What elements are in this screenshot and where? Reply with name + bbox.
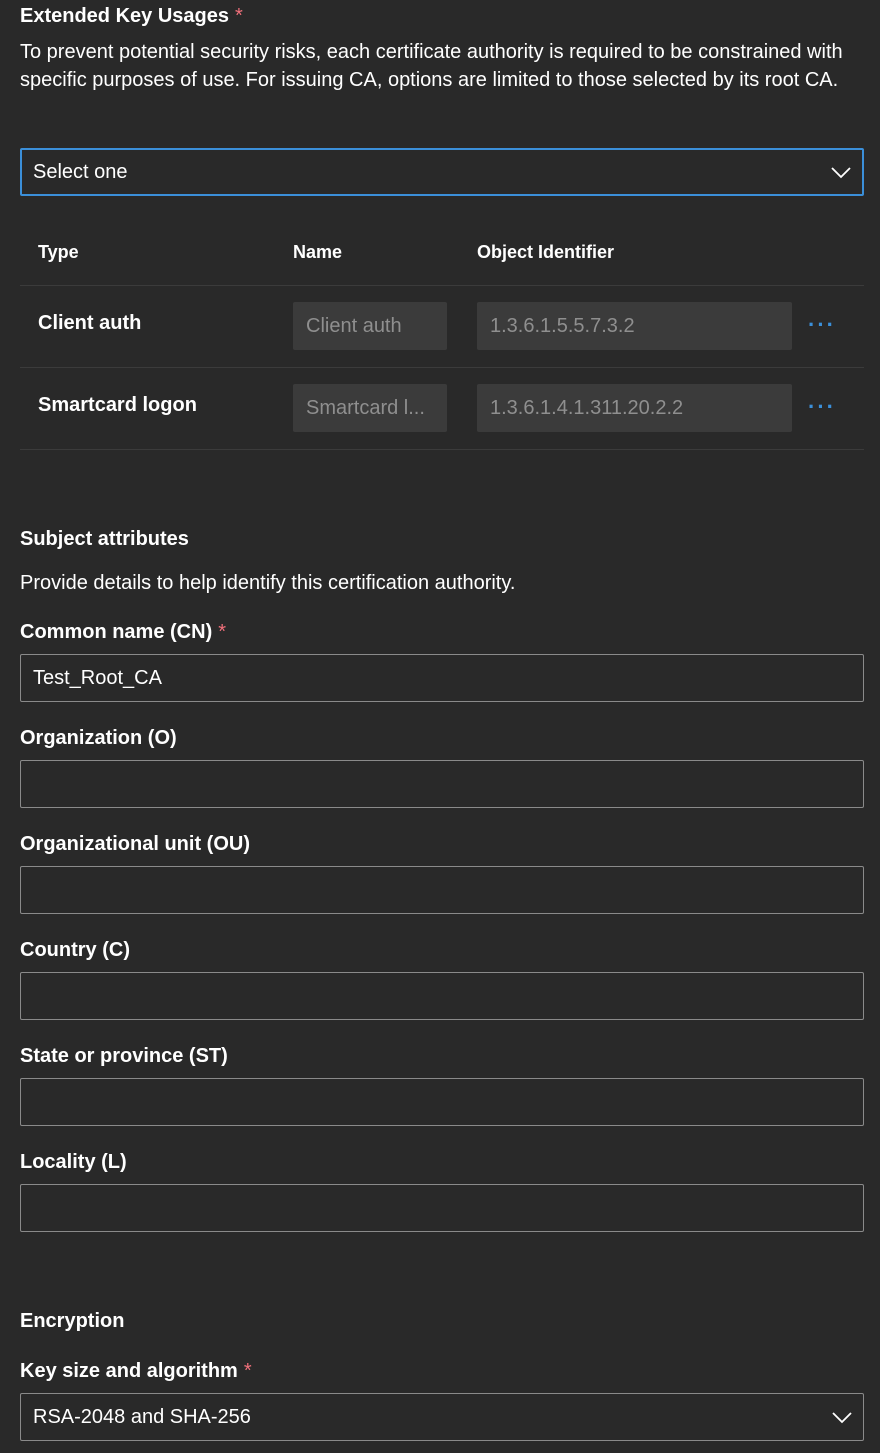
eku-dropdown-value: Select one [33, 160, 128, 183]
country-input[interactable] [20, 972, 864, 1020]
table-row-oid-input: 1.3.6.1.4.1.311.20.2.2 [477, 384, 792, 432]
state-province-label: State or province (ST) [20, 1045, 228, 1067]
table-divider [20, 367, 864, 368]
column-header-type: Type [38, 242, 79, 262]
column-header-oid: Object Identifier [477, 242, 615, 262]
eku-label-text: Extended Key Usages [20, 5, 229, 27]
organization-input[interactable] [20, 760, 864, 808]
table-row-name-input: Client auth [293, 302, 447, 350]
key-size-dropdown[interactable]: RSA-2048 and SHA-256 [20, 1393, 864, 1441]
table-divider [20, 449, 864, 450]
table-row-type: Client auth [38, 312, 142, 334]
table-row-type: Smartcard logon [38, 394, 197, 416]
key-size-dropdown-value: RSA-2048 and SHA-256 [33, 1405, 251, 1428]
required-mark: * [218, 621, 227, 643]
organizational-unit-input[interactable] [20, 866, 864, 914]
table-divider [20, 285, 864, 286]
subject-heading: Subject attributes [20, 528, 189, 550]
eku-dropdown[interactable]: Select one [20, 148, 864, 196]
locality-label: Locality (L) [20, 1151, 127, 1173]
subject-description: Provide details to help identify this ce… [20, 572, 516, 594]
common-name-label: Common name (CN) * [20, 621, 226, 644]
state-province-input[interactable] [20, 1078, 864, 1126]
eku-description: To prevent potential security risks, eac… [20, 41, 843, 91]
key-size-label: Key size and algorithm * [20, 1360, 252, 1383]
organizational-unit-label: Organizational unit (OU) [20, 833, 250, 855]
common-name-label-text: Common name (CN) [20, 621, 213, 643]
more-options-icon[interactable]: ··· [808, 312, 836, 338]
organization-label: Organization (O) [20, 727, 177, 749]
encryption-heading: Encryption [20, 1310, 125, 1332]
more-options-icon[interactable]: ··· [808, 394, 836, 420]
column-header-name: Name [293, 242, 343, 262]
locality-input[interactable] [20, 1184, 864, 1232]
required-mark: * [234, 5, 243, 27]
chevron-down-icon [831, 167, 851, 179]
table-row-name-input: Smartcard l... [293, 384, 447, 432]
common-name-input[interactable]: Test_Root_CA [20, 654, 864, 702]
chevron-down-icon [832, 1412, 852, 1424]
key-size-label-text: Key size and algorithm [20, 1360, 238, 1382]
page: Extended Key Usages * To prevent potentia… [0, 0, 880, 1453]
required-mark: * [243, 1360, 252, 1382]
country-label: Country (C) [20, 939, 130, 961]
eku-label: Extended Key Usages * [20, 5, 243, 28]
table-row-oid-input: 1.3.6.1.5.5.7.3.2 [477, 302, 792, 350]
